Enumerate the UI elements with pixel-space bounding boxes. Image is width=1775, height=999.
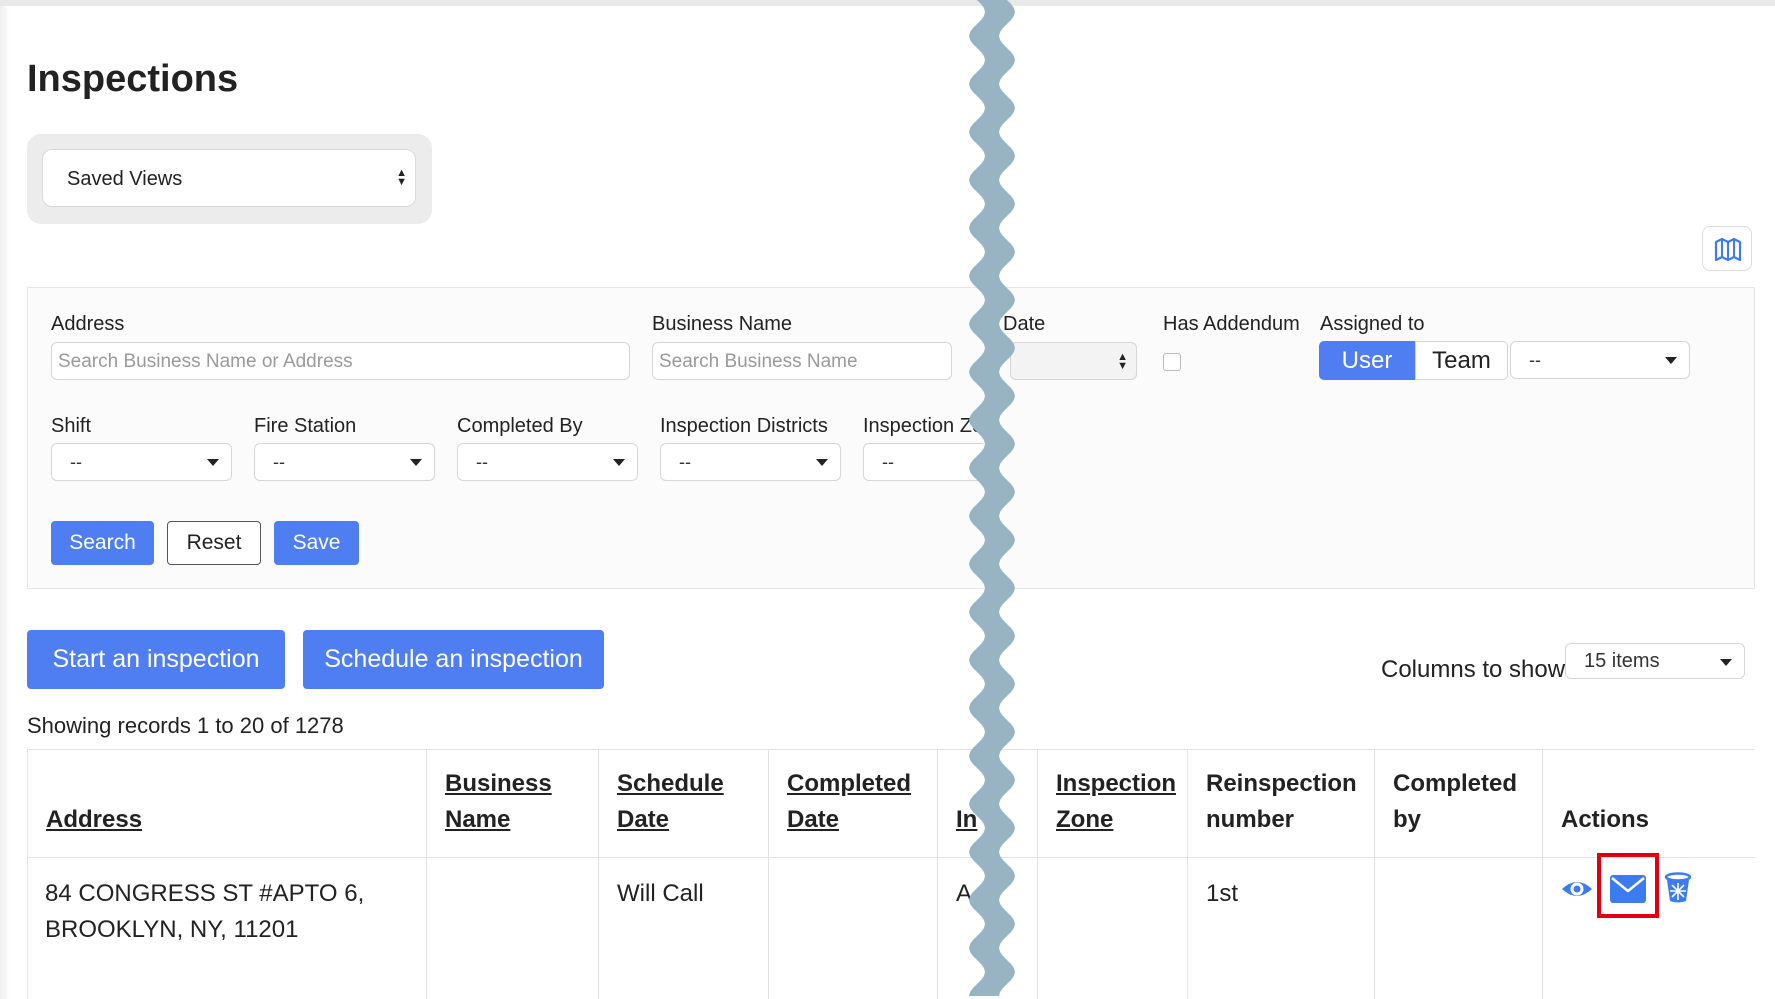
assigned-user-toggle[interactable]: User	[1319, 341, 1415, 380]
date-select[interactable]: ▲ ▼	[1010, 342, 1137, 380]
shift-value: --	[70, 452, 82, 472]
completed-by-dropdown[interactable]: --	[457, 443, 638, 481]
inspection-districts-value: --	[679, 452, 691, 472]
eye-icon[interactable]	[1560, 875, 1594, 903]
top-border	[0, 0, 1775, 6]
chevron-down-icon	[1665, 357, 1677, 364]
header-actions: Actions	[1561, 802, 1649, 838]
column-divider	[1187, 750, 1188, 999]
column-divider	[1374, 750, 1375, 999]
updown-arrows-icon: ▲ ▼	[396, 167, 407, 188]
updown-arrows-icon: ▲ ▼	[1117, 351, 1128, 372]
search-button[interactable]: Search	[51, 521, 154, 565]
header-inspection-zone-line1: Inspection	[1056, 770, 1177, 797]
header-completed-by: Completed by	[1393, 766, 1517, 838]
fire-station-value: --	[273, 452, 285, 472]
business-name-label: Business Name	[652, 313, 793, 335]
cell-reinspection-number: 1st	[1206, 880, 1239, 907]
assigned-to-dropdown[interactable]: --	[1510, 341, 1690, 379]
inspection-zone-dropdown[interactable]: --	[863, 443, 983, 481]
assigned-team-toggle[interactable]: Team	[1415, 341, 1508, 380]
page-title: Inspections	[27, 58, 239, 100]
header-reinspection-line2: number	[1206, 806, 1295, 833]
header-reinspection-number: Reinspection number	[1206, 766, 1357, 838]
chevron-down-icon	[816, 459, 828, 466]
address-label: Address	[51, 313, 125, 335]
address-placeholder: Search Business Name or Address	[58, 351, 353, 372]
has-addendum-checkbox[interactable]	[1163, 353, 1181, 371]
fire-station-label: Fire Station	[254, 415, 357, 437]
header-inspection-zone[interactable]: Inspection Zone	[1056, 766, 1176, 838]
header-completed-date[interactable]: Completed Date	[787, 766, 911, 838]
header-business-name[interactable]: Business Name	[445, 766, 552, 838]
chevron-down-icon	[613, 459, 625, 466]
reset-button[interactable]: Reset	[167, 521, 261, 565]
header-business-name-line1: Business	[445, 770, 552, 797]
chevron-down-icon	[410, 459, 422, 466]
start-inspection-button[interactable]: Start an inspection	[27, 630, 285, 689]
left-shadow	[0, 6, 10, 999]
header-actions-line1: Actions	[1561, 806, 1650, 833]
address-line2: BROOKLYN, NY, 11201	[45, 916, 299, 943]
map-view-button[interactable]	[1702, 226, 1752, 271]
column-divider	[426, 750, 427, 999]
shift-label: Shift	[51, 415, 92, 437]
inspection-districts-dropdown[interactable]: --	[660, 443, 841, 481]
header-schedule-date-line2: Date	[617, 806, 670, 833]
header-completed-by-line1: Completed	[1393, 770, 1518, 797]
chevron-down-icon	[1720, 659, 1732, 666]
assigned-to-value: --	[1529, 350, 1541, 370]
assigned-to-label: Assigned to	[1320, 313, 1425, 335]
header-address[interactable]: Address	[46, 802, 142, 838]
schedule-inspection-button[interactable]: Schedule an inspection	[303, 630, 604, 689]
has-addendum-label: Has Addendum	[1163, 313, 1300, 335]
chevron-down-icon	[207, 459, 219, 466]
records-summary: Showing records 1 to 20 of 1278	[27, 713, 344, 738]
highlight-box	[1597, 853, 1659, 918]
header-schedule-date-line1: Schedule	[617, 770, 724, 797]
header-reinspection-line1: Reinspection	[1206, 770, 1357, 797]
header-business-name-line2: Name	[445, 806, 511, 833]
column-divider	[598, 750, 599, 999]
header-schedule-date[interactable]: Schedule Date	[617, 766, 724, 838]
header-completed-date-line1: Completed	[787, 770, 912, 797]
fire-station-dropdown[interactable]: --	[254, 443, 435, 481]
address-search-input[interactable]: Search Business Name or Address	[51, 342, 630, 380]
column-divider	[1037, 750, 1038, 999]
inspection-zone-value: --	[882, 452, 894, 472]
save-button[interactable]: Save	[274, 521, 359, 565]
column-divider	[1542, 750, 1543, 999]
completed-by-label: Completed By	[457, 415, 583, 437]
business-name-placeholder: Search Business Name	[659, 351, 858, 372]
saved-views-select[interactable]: Saved Views ▲ ▼	[42, 149, 416, 207]
saved-views-label: Saved Views	[67, 168, 183, 190]
columns-to-show-value: 15 items	[1584, 650, 1660, 672]
cell-address: 84 CONGRESS ST #APTO 6, BROOKLYN, NY, 11…	[45, 876, 364, 948]
completed-by-value: --	[476, 452, 488, 472]
header-completed-by-line2: by	[1393, 806, 1422, 833]
inspection-districts-label: Inspection Districts	[660, 415, 828, 437]
address-line1: 84 CONGRESS ST #APTO 6,	[45, 880, 365, 907]
shift-dropdown[interactable]: --	[51, 443, 232, 481]
columns-to-show-label: Columns to show	[1381, 656, 1566, 683]
header-divider	[27, 857, 1755, 858]
map-icon	[1714, 237, 1742, 262]
header-address-line1: Address	[46, 806, 143, 833]
torn-divider	[969, 0, 1015, 996]
header-completed-date-line2: Date	[787, 806, 840, 833]
column-divider	[937, 750, 938, 999]
business-name-input[interactable]: Search Business Name	[652, 342, 952, 380]
trash-icon[interactable]	[1664, 872, 1692, 904]
header-inspection-zone-line2: Zone	[1056, 806, 1114, 833]
columns-to-show-dropdown[interactable]: 15 items	[1565, 643, 1745, 679]
cell-schedule-date: Will Call	[617, 880, 704, 907]
column-divider	[768, 750, 769, 999]
